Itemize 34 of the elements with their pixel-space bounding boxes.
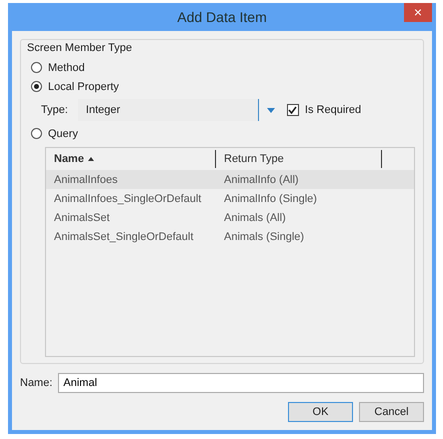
checkbox[interactable] [286,104,299,116]
cancel-button[interactable]: Cancel [359,402,424,422]
table-cell-text: AnimalInfo (Single) [223,192,318,204]
check-icon [288,106,298,114]
type-label: Type: [41,104,68,116]
ok-button[interactable]: OK [288,402,353,422]
name-label: Name: [20,377,52,389]
table-cell-text: AnimalInfoes [53,174,119,186]
radio-button[interactable] [31,62,42,73]
column-header[interactable]: Name [46,150,216,168]
table-row[interactable]: AnimalInfoes AnimalInfo (All) [46,170,414,189]
radio-button[interactable] [31,128,42,139]
sort-icon [88,157,94,161]
radio-label: Method [48,62,85,74]
window-title: Add Data Item [177,9,267,25]
table-cell-text: AnimalInfoes_SingleOrDefault [53,192,202,204]
table-cell-text: AnimalsSet_SingleOrDefault [53,230,194,242]
radio-button[interactable] [31,81,42,92]
name-field[interactable]: Animal [58,373,424,393]
radio-label: Local Property [48,80,119,92]
column-header[interactable]: Return Type [216,150,382,168]
type-dropdown[interactable]: Integer [78,99,258,121]
radio-label: Query [48,128,78,140]
caret-icon [266,108,275,112]
table-cell-text: AnimalsSet [53,212,111,224]
table-row[interactable]: AnimalsSet Animals (All) [46,208,414,227]
table-cell-text: AnimalInfo (All) [223,174,300,186]
table-row[interactable]: AnimalInfoes_SingleOrDefault AnimalInfo (Single) [46,189,414,208]
table-cell-text: Animals (Single) [223,230,306,242]
table-row[interactable]: AnimalsSet_SingleOrDefault Animals (Single) [46,227,414,246]
group-title: Screen Member Type [27,42,133,54]
close-button[interactable]: × [404,3,432,22]
checkbox-label: Is Required [304,104,362,116]
table-cell-text: Animals (All) [223,212,287,224]
